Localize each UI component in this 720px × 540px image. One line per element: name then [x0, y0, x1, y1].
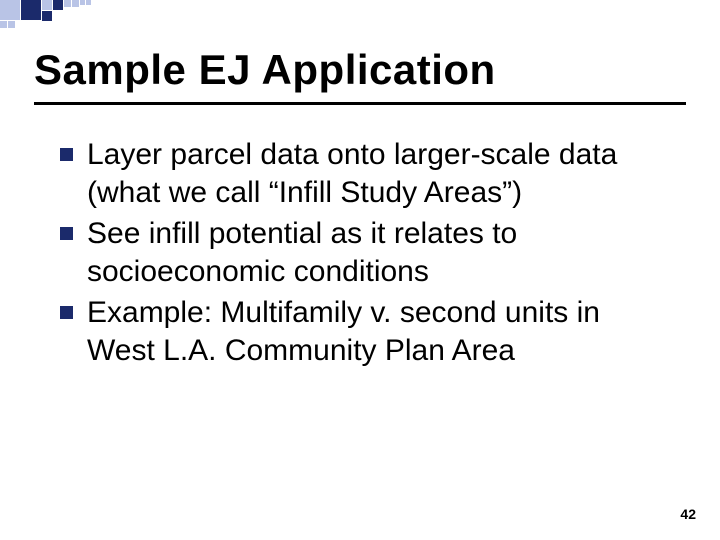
title-underline	[34, 102, 686, 105]
list-item: See infill potential as it relates to so…	[60, 215, 670, 292]
bullet-list: Layer parcel data onto larger-scale data…	[60, 136, 670, 372]
square-bullet-icon	[60, 306, 73, 319]
square-bullet-icon	[60, 148, 73, 161]
list-item-text: Example: Multifamily v. second units in …	[87, 294, 670, 371]
page-number: 42	[680, 506, 696, 522]
list-item: Example: Multifamily v. second units in …	[60, 294, 670, 371]
slide-title: Sample EJ Application	[34, 46, 496, 94]
list-item-text: Layer parcel data onto larger-scale data…	[87, 136, 670, 213]
list-item: Layer parcel data onto larger-scale data…	[60, 136, 670, 213]
corner-decoration	[0, 0, 120, 28]
list-item-text: See infill potential as it relates to so…	[87, 215, 670, 292]
square-bullet-icon	[60, 227, 73, 240]
